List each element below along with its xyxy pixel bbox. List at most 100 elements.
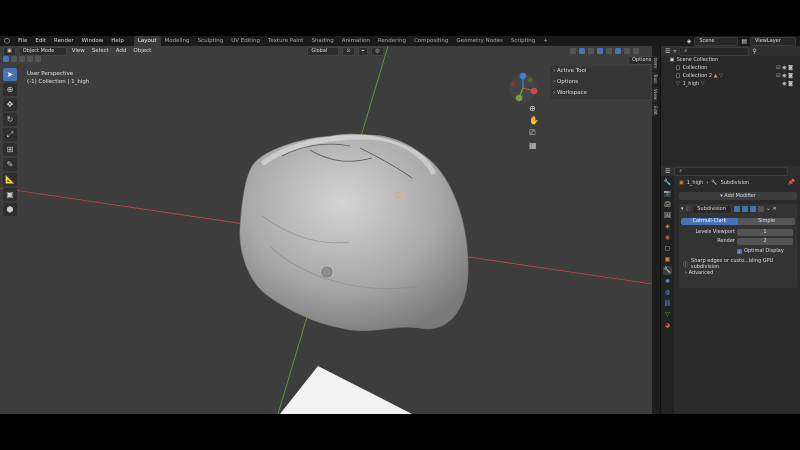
menu-select[interactable]: Select: [90, 48, 111, 54]
options-button[interactable]: Options: [628, 56, 652, 65]
annotate-tool-icon[interactable]: ✎: [3, 158, 17, 171]
menu-window[interactable]: Window: [78, 36, 108, 46]
constraints-tab-icon[interactable]: ⛓: [663, 299, 672, 308]
tab-shading[interactable]: Shading: [307, 36, 337, 46]
tab-edit[interactable]: Edit: [652, 103, 657, 117]
close-icon[interactable]: ✕: [772, 206, 776, 212]
outliner-editor-icon[interactable]: ☰: [665, 48, 670, 55]
add-workspace-button[interactable]: +: [539, 36, 552, 46]
menu-file[interactable]: File: [14, 36, 31, 46]
panel-options[interactable]: › Options: [550, 77, 650, 88]
measure-tool-icon[interactable]: 📐: [3, 173, 17, 186]
view-layer-tab-icon[interactable]: 🖼: [663, 211, 672, 220]
add-modifier-button[interactable]: ▾ Add Modifier: [679, 192, 797, 200]
material-tab-icon[interactable]: ◕: [663, 321, 672, 330]
render-levels-field[interactable]: 2: [737, 238, 793, 245]
visibility-eye-icon[interactable]: ☑ ◉ ◙: [776, 72, 793, 80]
output-tab-icon[interactable]: 🖨: [663, 200, 672, 209]
outliner-filter-icon[interactable]: ⚲: [752, 48, 756, 55]
zoom-icon[interactable]: ⊕: [529, 104, 539, 113]
tab-item[interactable]: Item: [652, 56, 657, 71]
sculpt-mesh[interactable]: [239, 133, 469, 332]
tab-tool[interactable]: Tool: [652, 72, 657, 85]
view-layer-field[interactable]: ViewLayer: [750, 36, 796, 46]
add-cube-tool-icon[interactable]: ▣: [3, 188, 17, 201]
menu-object[interactable]: Object: [131, 48, 153, 54]
panel-active-tool[interactable]: › Active Tool: [550, 66, 650, 77]
visibility-icon[interactable]: [569, 48, 576, 54]
tab-modeling[interactable]: Modeling: [161, 36, 194, 46]
gizmo-toggle-icon[interactable]: [578, 48, 585, 54]
optimal-display-checkbox[interactable]: ✓: [737, 248, 742, 254]
navigation-gizmo[interactable]: [509, 72, 538, 102]
levels-viewport-field[interactable]: 1: [737, 229, 793, 236]
tab-layout[interactable]: Layout: [133, 36, 161, 46]
tab-compositing[interactable]: Compositing: [410, 36, 452, 46]
filter-icon[interactable]: ▿: [673, 48, 676, 55]
tab-scripting[interactable]: Scripting: [507, 36, 539, 46]
select-tool-icon[interactable]: ➤: [3, 68, 17, 81]
viewport-toggle-icon[interactable]: [742, 206, 749, 212]
editor-type-button[interactable]: ▣: [3, 46, 16, 56]
scene-field[interactable]: Scene: [694, 36, 739, 46]
physics-tab-icon[interactable]: ◍: [663, 288, 672, 297]
collection-tab-icon[interactable]: ▢: [663, 244, 672, 253]
tab-texture-paint[interactable]: Texture Paint: [264, 36, 308, 46]
dropdown-chevron-icon[interactable]: ⌄: [766, 206, 770, 212]
outliner-scene-collection[interactable]: ▣ Scene Collection: [661, 56, 800, 64]
modifier-tab-icon[interactable]: 🔧: [663, 266, 672, 275]
on-cage-toggle-icon[interactable]: [758, 206, 765, 212]
select-mode-invert-icon[interactable]: [27, 56, 33, 62]
transform-tool-icon[interactable]: ⊞: [3, 143, 17, 156]
pan-hand-icon[interactable]: ✋: [529, 116, 539, 125]
render-tab-icon[interactable]: 📷: [663, 189, 672, 198]
xray-icon[interactable]: [596, 48, 603, 54]
shading-solid-icon[interactable]: [614, 48, 621, 54]
proportional-edit-button[interactable]: ◎: [371, 46, 384, 56]
particles-tab-icon[interactable]: ✺: [663, 277, 672, 286]
panel-workspace[interactable]: › Workspace: [550, 88, 650, 99]
snap-button[interactable]: ⌖: [357, 46, 369, 56]
visibility-eye-icon[interactable]: ◉ ◙: [782, 80, 793, 88]
simple-button[interactable]: Simple: [738, 218, 795, 225]
tab-rendering[interactable]: Rendering: [374, 36, 410, 46]
outliner-row-1-high[interactable]: ▽ 1_high ▽ ◉ ◙: [661, 80, 800, 88]
select-mode-subtract-icon[interactable]: [19, 56, 25, 62]
menu-help[interactable]: Help: [107, 36, 128, 46]
shading-rendered-icon[interactable]: [632, 48, 639, 54]
edit-mode-toggle-icon[interactable]: [734, 206, 741, 212]
scale-tool-icon[interactable]: ⤢: [3, 128, 17, 141]
shading-wireframe-icon[interactable]: [605, 48, 612, 54]
transform-orientation-select[interactable]: Global: [307, 46, 340, 56]
pin-icon[interactable]: 📌: [788, 179, 795, 186]
mode-select[interactable]: Object Mode: [18, 46, 67, 56]
outliner-row-collection[interactable]: ▢ Collection ☑ ◉ ◙: [661, 64, 800, 72]
menu-edit[interactable]: Edit: [31, 36, 50, 46]
rotate-tool-icon[interactable]: ↻: [3, 113, 17, 126]
outliner-row-collection-2[interactable]: ▢ Collection 2 ▲ ▽ ☑ ◉ ◙: [661, 72, 800, 80]
cursor-tool-icon[interactable]: ⊕: [3, 83, 17, 96]
overlay-icon[interactable]: [587, 48, 594, 54]
menu-view[interactable]: View: [70, 48, 87, 54]
tab-view[interactable]: View: [652, 87, 657, 102]
advanced-subpanel[interactable]: › Advanced: [685, 270, 713, 276]
select-mode-set-icon[interactable]: [3, 56, 9, 62]
move-tool-icon[interactable]: ✥: [3, 98, 17, 111]
menu-add[interactable]: Add: [114, 48, 129, 54]
object-tab-icon[interactable]: ▣: [663, 255, 672, 264]
camera-icon[interactable]: ⎚: [529, 128, 539, 138]
grid-view-icon[interactable]: ▦: [529, 141, 539, 150]
blender-logo-icon[interactable]: ⬡: [0, 36, 14, 46]
pivot-point-button[interactable]: ⊙: [342, 46, 355, 56]
tab-uv-editing[interactable]: UV Editing: [227, 36, 264, 46]
tab-sculpting[interactable]: Sculpting: [194, 36, 228, 46]
tab-animation[interactable]: Animation: [338, 36, 374, 46]
add-primitive-tool-icon[interactable]: ⬢: [3, 203, 17, 216]
render-toggle-icon[interactable]: [750, 206, 757, 212]
select-mode-extend-icon[interactable]: [11, 56, 17, 62]
menu-render[interactable]: Render: [50, 36, 78, 46]
tool-tab-icon[interactable]: 🔧: [663, 178, 672, 187]
collapse-chevron-icon[interactable]: ▾: [681, 206, 684, 212]
select-mode-intersect-icon[interactable]: [35, 56, 41, 62]
scene-tab-icon[interactable]: ◈: [663, 222, 672, 231]
